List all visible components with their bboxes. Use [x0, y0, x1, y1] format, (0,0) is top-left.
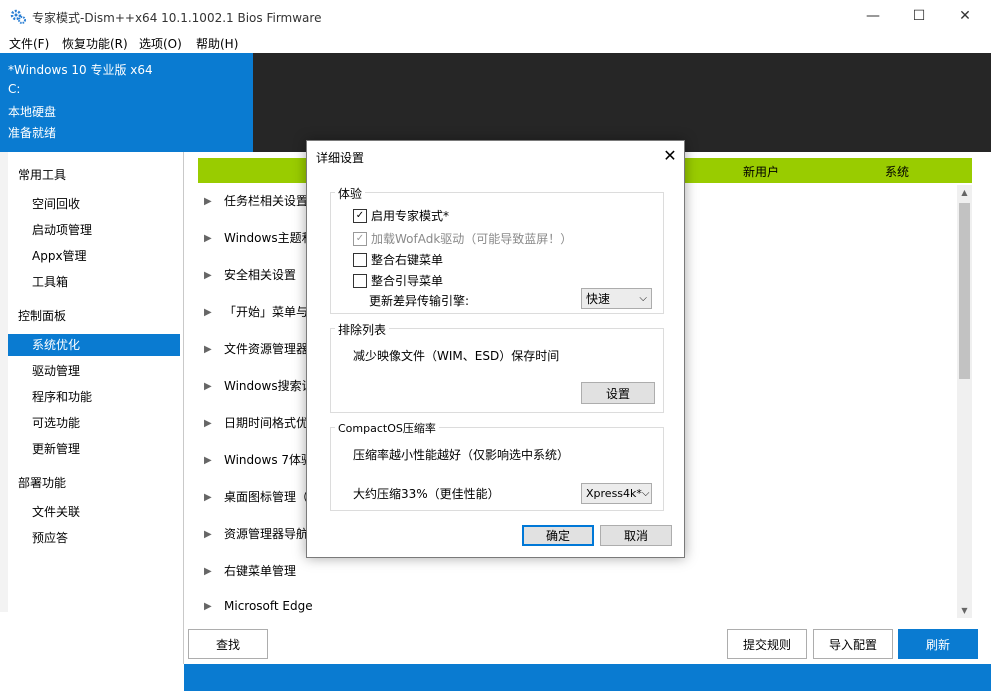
sidebar-edge — [0, 152, 8, 612]
os-label: *Windows 10 专业版 x64 — [8, 63, 153, 77]
checkbox-checked-icon: ✓ — [353, 231, 367, 246]
list-item[interactable]: ▶ 任务栏相关设置 — [204, 192, 308, 209]
sidebar-category-control-panel: 控制面板 — [18, 309, 67, 323]
close-button[interactable]: ✕ — [942, 0, 988, 32]
settings-dialog: 详细设置 ✕ 体验 ✓ 启用专家模式* ✓ 加载WofAdk驱动（可能导致蓝屏！… — [306, 140, 685, 558]
chevron-right-icon: ▶ — [204, 491, 212, 503]
header-system: 系统 — [885, 165, 910, 179]
menu-options[interactable]: 选项(O) — [139, 35, 182, 52]
sidebar-item-optional-features[interactable]: 可选功能 — [8, 412, 180, 434]
chevron-right-icon: ▶ — [204, 380, 212, 392]
scroll-up-icon[interactable]: ▲ — [957, 185, 972, 200]
chevron-right-icon: ▶ — [204, 528, 212, 540]
import-config-button[interactable]: 导入配置 — [813, 629, 893, 659]
find-button[interactable]: 查找 — [188, 629, 268, 659]
chevron-right-icon: ▶ — [204, 565, 212, 577]
sidebar-item-updates[interactable]: 更新管理 — [8, 438, 180, 460]
sidebar-item-space-reclaim[interactable]: 空间回收 — [8, 193, 180, 215]
sidebar-category-common-tools: 常用工具 — [18, 168, 67, 182]
maximize-button[interactable]: ☐ — [896, 0, 942, 32]
status-bar — [184, 664, 991, 691]
submit-rules-button[interactable]: 提交规则 — [727, 629, 807, 659]
checkbox-icon — [353, 252, 367, 267]
chevron-down-icon: ⌵ — [639, 293, 647, 304]
chevron-right-icon: ▶ — [204, 417, 212, 429]
chevron-right-icon: ▶ — [204, 343, 212, 355]
drive-label: C: — [8, 82, 21, 96]
sidebar-item-answer-file[interactable]: 预应答 — [8, 527, 180, 549]
menu-help[interactable]: 帮助(H) — [196, 35, 238, 52]
header-new-user: 新用户 — [743, 165, 780, 179]
sidebar-category-deploy: 部署功能 — [18, 476, 67, 490]
sidebar-item-toolbox[interactable]: 工具箱 — [8, 271, 180, 293]
scroll-down-icon[interactable]: ▼ — [957, 603, 972, 618]
gear-icon — [10, 8, 26, 24]
chevron-right-icon: ▶ — [204, 601, 212, 612]
experience-group-label: 体验 — [335, 185, 366, 202]
list-item[interactable]: ▶ Microsoft Edge — [204, 599, 313, 613]
diff-engine-label: 更新差异传输引擎: — [369, 294, 470, 308]
list-item[interactable]: ▶ Windows搜索设 — [204, 377, 314, 394]
compactos-description: 压缩率越小性能越好（仅影响选中系统） — [353, 448, 570, 462]
wofadk-checkbox: ✓ 加载WofAdk驱动（可能导致蓝屏！） — [353, 230, 572, 247]
exclusions-group-label: 排除列表 — [335, 321, 390, 338]
chevron-right-icon: ▶ — [204, 306, 212, 318]
sidebar-item-programs[interactable]: 程序和功能 — [8, 386, 180, 408]
system-list-panel — [253, 53, 991, 152]
diff-engine-select[interactable]: 快速 ⌵ — [581, 288, 652, 309]
list-item[interactable]: ▶ 资源管理器导航 — [204, 525, 308, 542]
chevron-right-icon: ▶ — [204, 232, 212, 244]
list-item[interactable]: ▶ 「开始」菜单与 — [204, 303, 308, 320]
compactos-ratio-label: 大约压缩33%（更佳性能） — [353, 487, 500, 501]
list-item[interactable]: ▶ 安全相关设置 — [204, 266, 296, 283]
scroll-thumb[interactable] — [959, 203, 970, 379]
chevron-right-icon: ▶ — [204, 195, 212, 207]
menu-restore[interactable]: 恢复功能(R) — [62, 35, 128, 52]
compactos-group-label: CompactOS压缩率 — [335, 420, 439, 436]
status-label: 准备就绪 — [8, 126, 57, 140]
list-item[interactable]: ▶ 日期时间格式优 — [204, 414, 308, 431]
list-item[interactable]: ▶ Windows主题和 — [204, 229, 314, 246]
minimize-button[interactable]: — — [850, 0, 896, 32]
expert-mode-checkbox[interactable]: ✓ 启用专家模式* — [353, 207, 449, 224]
dialog-close-button[interactable]: ✕ — [658, 143, 682, 167]
refresh-button[interactable]: 刷新 — [898, 629, 978, 659]
chevron-right-icon: ▶ — [204, 454, 212, 466]
ok-button[interactable]: 确定 — [522, 525, 594, 546]
list-item[interactable]: ▶ 文件资源管理器 — [204, 340, 308, 357]
exclusions-settings-button[interactable]: 设置 — [581, 382, 655, 404]
chevron-right-icon: ▶ — [204, 269, 212, 281]
checkbox-checked-icon: ✓ — [353, 208, 367, 223]
dialog-title: 详细设置 — [316, 151, 365, 165]
sidebar-item-file-assoc[interactable]: 文件关联 — [8, 501, 180, 523]
sidebar-item-appx[interactable]: Appx管理 — [8, 245, 180, 267]
list-item[interactable]: ▶ 右键菜单管理 — [204, 562, 296, 579]
window-title: 专家模式-Dism++x64 10.1.1002.1 Bios Firmware — [32, 11, 322, 25]
boot-menu-checkbox[interactable]: 整合引导菜单 — [353, 272, 443, 289]
cancel-button[interactable]: 取消 — [600, 525, 672, 546]
chevron-down-icon: ⌵ — [641, 488, 650, 499]
sidebar-item-system-optimize[interactable]: 系统优化 — [8, 334, 180, 356]
sidebar-item-drivers[interactable]: 驱动管理 — [8, 360, 180, 382]
context-menu-checkbox[interactable]: 整合右键菜单 — [353, 251, 443, 268]
disk-type-label: 本地硬盘 — [8, 105, 57, 119]
exclusions-description: 减少映像文件（WIM、ESD）保存时间 — [353, 349, 560, 363]
list-item[interactable]: ▶ Windows 7体验 — [204, 451, 313, 468]
checkbox-icon — [353, 273, 367, 288]
sidebar-item-startup[interactable]: 启动项管理 — [8, 219, 180, 241]
list-item[interactable]: ▶ 桌面图标管理（ — [204, 488, 308, 505]
menu-file[interactable]: 文件(F) — [9, 35, 49, 52]
compactos-ratio-select[interactable]: Xpress4k* ⌵ — [581, 483, 652, 504]
